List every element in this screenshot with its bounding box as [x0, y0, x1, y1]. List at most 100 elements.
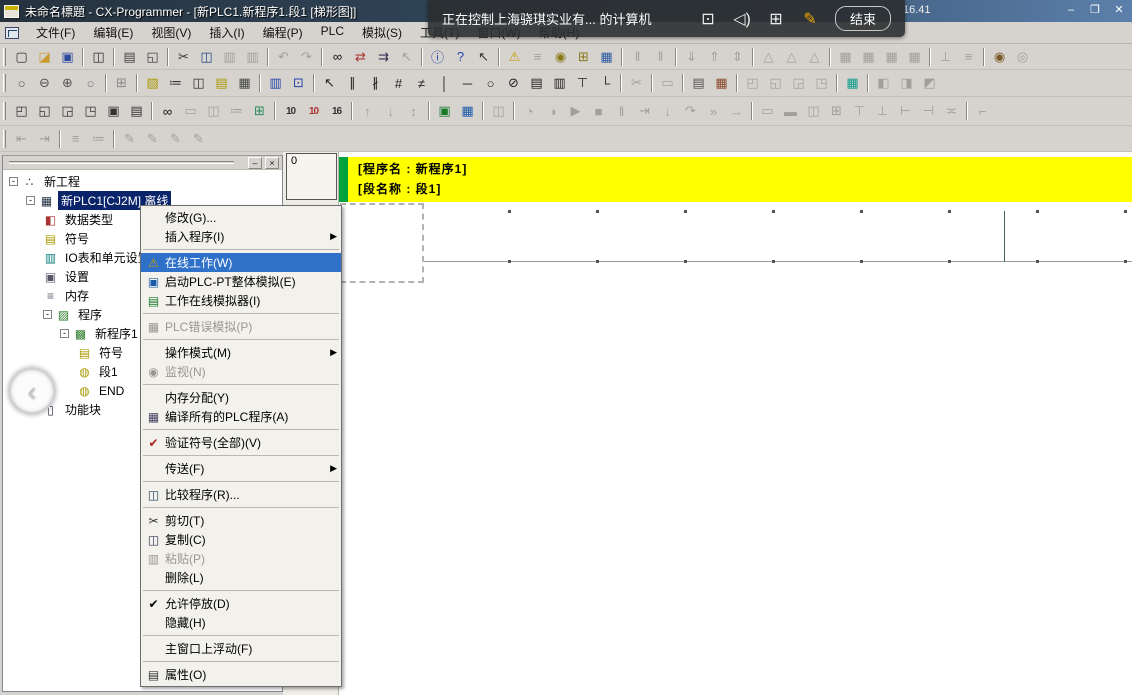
menu-work-online-simulator[interactable]: ▤工作在线模拟器(I)	[141, 291, 341, 310]
instruction-icon[interactable]: ▤	[525, 73, 548, 94]
fb-instance-icon[interactable]: ▦	[841, 73, 864, 94]
ladder-editor[interactable]: 0 [程序名 : 新程序1] [段名称 : 段1]	[283, 152, 1132, 695]
online-device-icon[interactable]: ⊞	[572, 46, 595, 67]
new-icon[interactable]: ▢	[10, 46, 33, 67]
menu-hide[interactable]: 隐藏(H)	[141, 613, 341, 632]
show-comments-icon[interactable]: ▧	[141, 73, 164, 94]
expander-icon[interactable]: -	[26, 196, 35, 205]
toolbar-grip[interactable]	[3, 102, 6, 120]
force-set-icon[interactable]: ◉	[988, 46, 1011, 67]
toolbar-grip[interactable]	[3, 130, 6, 148]
menu-properties[interactable]: ▤属性(O)	[141, 665, 341, 684]
calendar-icon[interactable]: ▦	[710, 73, 733, 94]
coil-not-icon[interactable]: ⊘	[502, 73, 525, 94]
zoom-out-icon[interactable]: ⊖	[33, 73, 56, 94]
menu-copy[interactable]: ◫复制(C)	[141, 530, 341, 549]
menubar-item-3[interactable]: 插入(I)	[200, 21, 253, 44]
menubar-item-0[interactable]: 文件(F)	[27, 21, 84, 44]
simulator-pt-icon[interactable]: ▦	[456, 101, 479, 122]
display-decimal-icon[interactable]: 10	[279, 101, 302, 122]
select-mode-icon[interactable]: ↖	[318, 73, 341, 94]
replace-icon[interactable]: ⇄	[349, 46, 372, 67]
arrange-windows-icon[interactable]: ◱	[33, 101, 56, 122]
simulator-online-icon[interactable]: ▣	[433, 101, 456, 122]
horizontal-line-icon[interactable]: ─	[456, 73, 479, 94]
monitor-mode-icon[interactable]: ▦	[595, 46, 618, 67]
menubar-item-6[interactable]: 模拟(S)	[353, 21, 411, 44]
mdi-child-icon[interactable]	[5, 27, 19, 39]
menubar-item-2[interactable]: 视图(V)	[142, 21, 200, 44]
contact-not-icon[interactable]: ∦	[364, 73, 387, 94]
menu-compile-all-plc-programs[interactable]: ▦编译所有的PLC程序(A)	[141, 407, 341, 426]
menu-verify-symbols-all[interactable]: ✔验证符号(全部)(V)	[141, 433, 341, 452]
menu-delete[interactable]: 删除(L)	[141, 568, 341, 587]
menu-start-plc-pt-simulation[interactable]: ▣启动PLC-PT整体模拟(E)	[141, 272, 341, 291]
menu-compare-program[interactable]: ◫比较程序(R)...	[141, 485, 341, 504]
menubar-item-1[interactable]: 编辑(E)	[84, 21, 142, 44]
pen-icon[interactable]: ✎	[793, 9, 827, 29]
find-icon[interactable]: ∞	[326, 46, 349, 67]
copy-icon[interactable]: ◫	[195, 46, 218, 67]
tree-item-project[interactable]: -∴新工程	[3, 172, 282, 191]
contact-or-not-icon[interactable]: ≠	[410, 73, 433, 94]
vertical-line-icon[interactable]: │	[433, 73, 456, 94]
panel-pin-button[interactable]: –	[248, 157, 262, 169]
panel-close-button[interactable]: ×	[265, 157, 279, 169]
menu-float-on-main-window[interactable]: 主窗口上浮动(F)	[141, 639, 341, 658]
display-signed-icon[interactable]: 10	[302, 101, 325, 122]
side-panel-toggle-button[interactable]: ‹	[8, 367, 56, 415]
expander-icon[interactable]: -	[43, 310, 52, 319]
compact-rungs-icon[interactable]: ▦	[233, 73, 256, 94]
save-icon[interactable]: ▣	[56, 46, 79, 67]
speaker-icon[interactable]: ◁)	[725, 9, 759, 29]
context-help-icon[interactable]: ↖	[472, 46, 495, 67]
cross-ref-popup-icon[interactable]: ⊞	[248, 101, 271, 122]
toolbar-grip[interactable]	[3, 74, 6, 92]
menu-work-online[interactable]: ⚠在线工作(W)	[141, 253, 341, 272]
panel-drag-handle[interactable]	[9, 161, 234, 164]
menu-operation-mode[interactable]: 操作模式(M)▶	[141, 343, 341, 362]
menubar-item-5[interactable]: PLC	[312, 21, 353, 44]
menu-transfer[interactable]: 传送(F)▶	[141, 459, 341, 478]
fullscreen-icon[interactable]: ⊡	[691, 9, 725, 29]
tr-bit-icon[interactable]: ⊤	[571, 73, 594, 94]
selected-ladder-cell[interactable]	[340, 203, 424, 283]
show-rungs-icon[interactable]: ▤	[210, 73, 233, 94]
open-icon[interactable]: ◪	[33, 46, 56, 67]
help-icon[interactable]: ?	[449, 46, 472, 67]
expander-icon[interactable]: -	[9, 177, 18, 186]
output-window-icon[interactable]: ◫	[187, 73, 210, 94]
new-window-icon[interactable]: ◰	[10, 101, 33, 122]
contact-icon[interactable]: ∥	[341, 73, 364, 94]
menu-cut[interactable]: ✂剪切(T)	[141, 511, 341, 530]
window-plus-icon[interactable]: ⊞	[759, 9, 793, 29]
contact-or-icon[interactable]: #	[387, 73, 410, 94]
about-icon[interactable]: ⓘ	[426, 46, 449, 67]
tile-windows-icon[interactable]: ◳	[79, 101, 102, 122]
instruction-2-icon[interactable]: ▥	[548, 73, 571, 94]
symbol-bar-icon[interactable]: ≔	[164, 73, 187, 94]
expander-icon[interactable]: -	[60, 329, 69, 338]
find-in-project-icon[interactable]: ◫	[87, 46, 110, 67]
cross-reference-icon[interactable]: ⊡	[287, 73, 310, 94]
search-replace-icon[interactable]: ⇉	[372, 46, 395, 67]
restore-button[interactable]: ❐	[1086, 3, 1104, 18]
close-button[interactable]: ✕	[1110, 3, 1128, 18]
stack-view-icon[interactable]: ▤	[687, 73, 710, 94]
display-hex-icon[interactable]: 16	[325, 101, 348, 122]
print-icon[interactable]: ▤	[118, 46, 141, 67]
cascade-windows-icon[interactable]: ◲	[56, 101, 79, 122]
zoom-fit-icon[interactable]: ○	[79, 73, 102, 94]
toolbar-grip[interactable]	[3, 48, 6, 66]
menu-insert-program[interactable]: 插入程序(I)▶	[141, 227, 341, 246]
menu-modify[interactable]: 修改(G)...	[141, 208, 341, 227]
connect-line-icon[interactable]: └	[594, 73, 617, 94]
grid-icon[interactable]: ⊞	[110, 73, 133, 94]
coil-icon[interactable]: ○	[479, 73, 502, 94]
menu-allow-docking[interactable]: ✔允许停放(D)	[141, 594, 341, 613]
workspace-properties-icon[interactable]: ▤	[125, 101, 148, 122]
zoom-tool-icon[interactable]: ○	[10, 73, 33, 94]
address-reference-icon[interactable]: ▥	[264, 73, 287, 94]
menu-memory-allocation[interactable]: 内存分配(Y)	[141, 388, 341, 407]
watch-window-icon[interactable]: ∞	[156, 101, 179, 122]
